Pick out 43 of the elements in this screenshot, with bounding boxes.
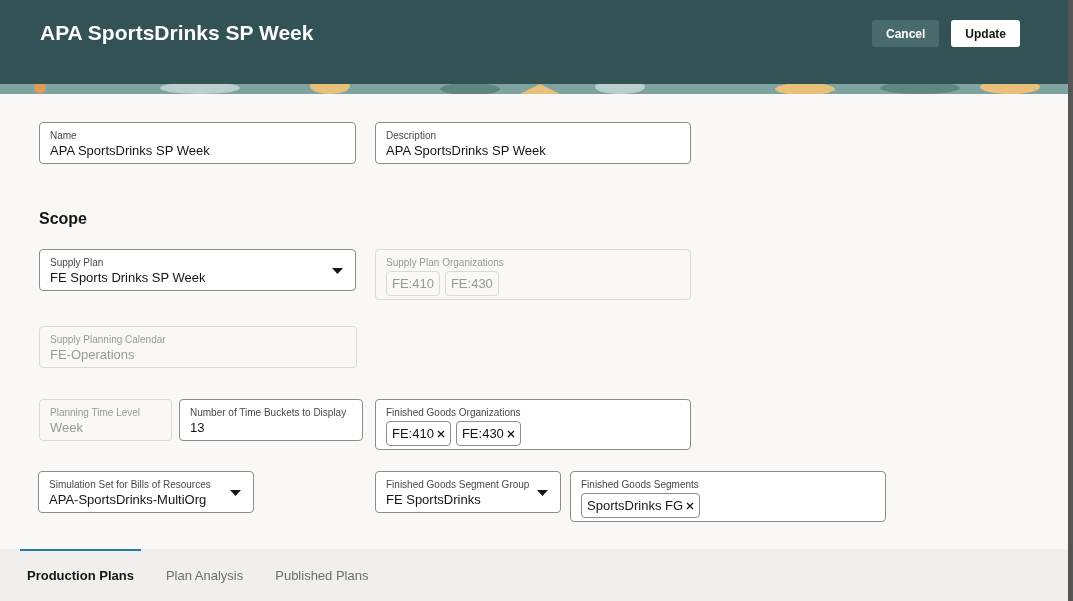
field-label: Description (386, 129, 437, 142)
tab[interactable]: Production Plans (20, 549, 141, 601)
field-label: Supply Plan (50, 256, 104, 269)
field-label: Name (50, 129, 77, 142)
remove-icon[interactable] (506, 429, 515, 438)
input-field[interactable]: Name APA SportsDrinks SP Week (39, 122, 356, 164)
update-button[interactable]: Update (951, 20, 1020, 47)
input-field[interactable]: Description APA SportsDrinks SP Week (375, 122, 691, 164)
input-field[interactable]: Number of Time Buckets to Display 13 (179, 399, 363, 441)
field-value: FE-Operations (50, 346, 135, 363)
page-title: APA SportsDrinks SP Week (40, 20, 314, 46)
field-value: FE SportsDrinks (386, 491, 481, 508)
field-label: Finished Goods Segment Group (386, 478, 530, 491)
section-heading: Scope (39, 209, 88, 229)
field-value: APA SportsDrinks SP Week (50, 142, 210, 159)
field-label: Supply Planning Calendar (50, 333, 166, 346)
field-value: 13 (190, 419, 205, 436)
chip[interactable]: FE:410 (386, 421, 451, 446)
chip-field[interactable]: Finished Goods Organizations FE:410 FE:430 (375, 399, 691, 450)
field-label: Simulation Set for Bills of Resources (49, 478, 211, 491)
field-label: Number of Time Buckets to Display (190, 406, 347, 419)
dropdown-field[interactable]: Finished Goods Segment Group FE SportsDrinks (375, 471, 561, 513)
dropdown-field[interactable]: Supply Plan FE Sports Drinks SP Week (39, 249, 356, 291)
field-label: Finished Goods Segments (581, 478, 699, 491)
field-label: Finished Goods Organizations (386, 406, 521, 419)
field-label: Supply Plan Organizations (386, 256, 504, 269)
field-value: APA SportsDrinks SP Week (386, 142, 546, 159)
field-value: FE Sports Drinks SP Week (50, 269, 206, 286)
field-value: Week (50, 419, 83, 436)
remove-icon[interactable] (686, 501, 695, 510)
chip[interactable]: FE:430 (455, 421, 521, 446)
caret-icon[interactable] (230, 490, 241, 496)
tab[interactable]: Plan Analysis (158, 549, 251, 601)
caret-icon[interactable] (332, 268, 343, 274)
field-value: APA-SportsDrinks-MultiOrg (49, 491, 207, 508)
dropdown-field[interactable]: Simulation Set for Bills of Resources APA-SportsDrinks-MultiOrg (38, 471, 254, 513)
chip-field[interactable]: Finished Goods Segments SportsDrinks FG (570, 471, 886, 522)
tab[interactable]: Published Plans (268, 549, 376, 601)
chip[interactable]: SportsDrinks FG (581, 493, 701, 518)
remove-icon[interactable] (436, 429, 445, 438)
field-label: Planning Time Level (50, 406, 141, 419)
caret-icon[interactable] (537, 490, 548, 496)
cancel-button[interactable]: Cancel (871, 20, 940, 47)
